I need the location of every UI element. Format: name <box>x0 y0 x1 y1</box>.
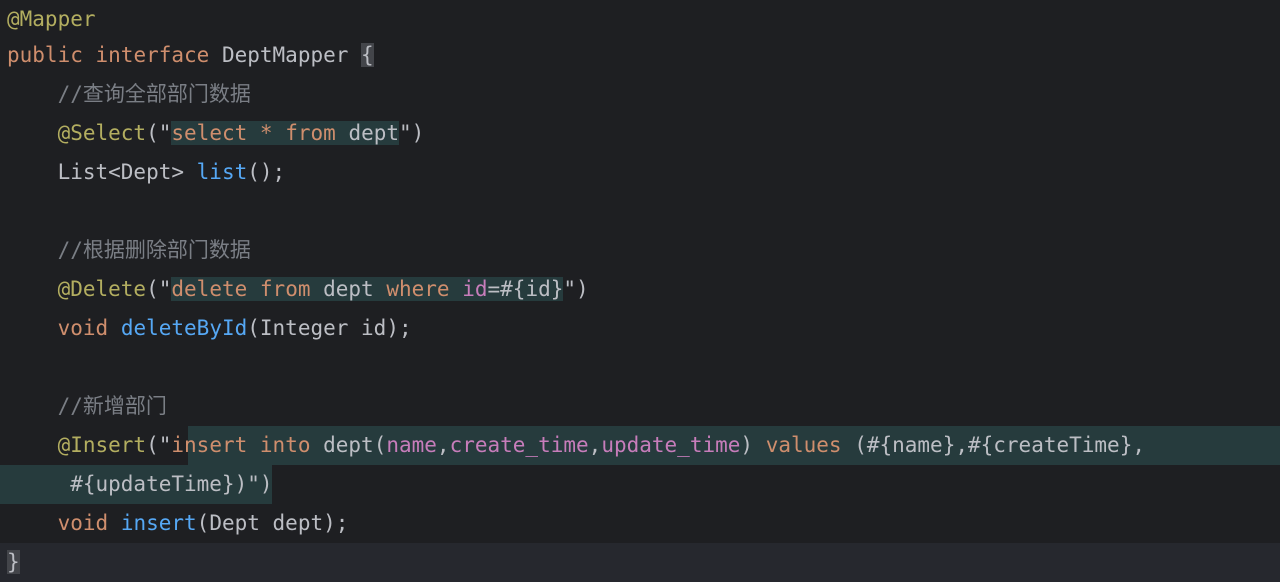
code-line[interactable]: @Delete("delete from dept where id=#{id}… <box>0 270 1280 309</box>
code-token: insert <box>120 511 197 535</box>
code-token: (Integer id); <box>247 316 412 340</box>
code-line[interactable]: void deleteById(Integer id); <box>0 309 1280 348</box>
code-line[interactable]: @Select("select * from dept") <box>0 114 1280 153</box>
code-token: list <box>196 160 248 184</box>
code-token: //查询全部部门数据 <box>7 82 251 106</box>
code-line[interactable]: public interface DeptMapper { <box>0 36 1280 75</box>
code-token: (" <box>146 433 172 457</box>
code-token: name <box>386 433 437 457</box>
code-line[interactable]: @Mapper <box>0 0 1280 39</box>
code-text: //根据删除部门数据 <box>7 231 251 270</box>
code-token: (" <box>146 277 172 301</box>
code-line[interactable]: } <box>0 543 1280 582</box>
code-text: @Insert("insert into dept(name,create_ti… <box>7 426 1145 465</box>
code-line[interactable] <box>0 348 1280 387</box>
code-token: @Insert <box>57 433 147 457</box>
code-token: } <box>7 550 20 574</box>
code-token: dept( <box>310 433 387 457</box>
code-line[interactable]: //查询全部部门数据 <box>0 75 1280 114</box>
code-token: (" <box>146 121 172 145</box>
code-text: void insert(Dept dept); <box>7 504 349 543</box>
code-line[interactable]: void insert(Dept dept); <box>0 504 1280 543</box>
code-token: update_time <box>601 433 741 457</box>
code-token: ") <box>247 472 273 496</box>
code-token: * <box>259 121 273 145</box>
code-token: delete <box>171 277 248 301</box>
code-token: void <box>57 511 109 535</box>
code-text: void deleteById(Integer id); <box>7 309 412 348</box>
code-token: from <box>285 121 336 145</box>
code-token: ) <box>740 433 766 457</box>
code-token: where <box>386 277 450 301</box>
code-token: public <box>7 43 83 67</box>
code-token: deleteById <box>120 316 248 340</box>
code-token: @Delete <box>57 277 147 301</box>
code-token: dept <box>310 277 387 301</box>
code-editor[interactable]: @Mapper public interface DeptMapper { //查… <box>0 0 1280 582</box>
code-token: into <box>259 433 311 457</box>
code-text: @Delete("delete from dept where id=#{id}… <box>7 270 589 309</box>
code-token: @Mapper <box>7 7 96 31</box>
code-token: dept <box>335 121 400 145</box>
code-line[interactable]: List<Dept> list(); <box>0 153 1280 192</box>
code-token: values <box>765 433 842 457</box>
code-token: select <box>171 121 248 145</box>
code-token: , <box>588 433 602 457</box>
code-text: List<Dept> list(); <box>7 153 286 192</box>
code-text: public interface DeptMapper { <box>7 36 374 75</box>
code-token <box>272 121 286 145</box>
code-token: from <box>259 277 311 301</box>
code-token: create_time <box>449 433 589 457</box>
code-token: id <box>462 277 488 301</box>
code-token: @Select <box>57 121 147 145</box>
code-text: @Select("select * from dept") <box>7 114 424 153</box>
code-line[interactable]: @Insert("insert into dept(name,create_ti… <box>0 426 1280 465</box>
code-token: interface <box>95 43 210 67</box>
code-token: void <box>57 316 109 340</box>
code-line[interactable] <box>0 192 1280 231</box>
code-text: } <box>7 543 20 582</box>
code-token: =#{id} <box>487 277 564 301</box>
code-line[interactable]: //根据删除部门数据 <box>0 231 1280 270</box>
code-text: #{updateTime})") <box>7 465 273 504</box>
code-text: //查询全部部门数据 <box>7 75 251 114</box>
code-token <box>247 277 260 301</box>
code-token: DeptMapper <box>209 43 362 67</box>
code-token: (#{name},#{createTime}, <box>841 433 1145 457</box>
code-text: @Mapper <box>7 0 96 39</box>
code-line[interactable]: //新增部门 <box>0 387 1280 426</box>
code-token: //新增部门 <box>7 394 167 418</box>
code-token: insert <box>171 433 248 457</box>
code-text: //新增部门 <box>7 387 167 426</box>
code-token: ") <box>563 277 589 301</box>
code-token: //根据删除部门数据 <box>7 238 251 262</box>
code-token: List<Dept> <box>7 160 197 184</box>
code-token: (Dept dept); <box>196 511 349 535</box>
code-token <box>449 277 463 301</box>
code-token: , <box>436 433 450 457</box>
code-token: (); <box>247 160 286 184</box>
code-token: ") <box>399 121 425 145</box>
code-token: #{updateTime}) <box>7 472 248 496</box>
code-token: { <box>361 43 374 67</box>
code-token <box>247 121 260 145</box>
code-line[interactable]: #{updateTime})") <box>0 465 1280 504</box>
